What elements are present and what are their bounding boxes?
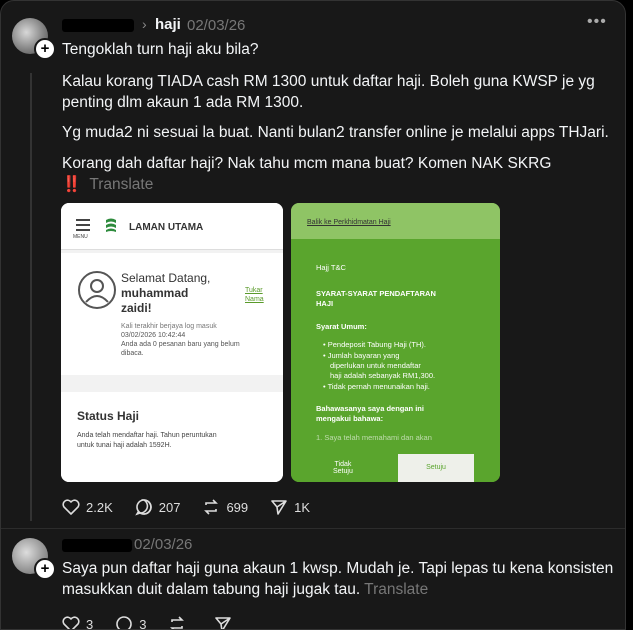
status-title: Status Haji xyxy=(77,409,140,423)
like-button[interactable]: 3 xyxy=(62,616,94,630)
term-item: Tidak pernah menunaikan haji. xyxy=(327,382,430,391)
general-terms-label: Syarat Umum: xyxy=(316,322,367,331)
post-line: Tengoklah turn haji aku bila? xyxy=(62,41,259,58)
post-actions: 2.2K 207 699 1K xyxy=(62,498,332,516)
attached-image-terms[interactable]: Balik ke Perkhidmatan Haji Hajj T&C SYAR… xyxy=(291,203,500,482)
reply-actions: 3 3 xyxy=(62,615,260,630)
messages-text: Anda ada 0 pesanan baru yang belum xyxy=(121,341,240,348)
more-options-icon[interactable]: ••• xyxy=(587,13,607,31)
reply-date: 02/03/26 xyxy=(134,536,193,553)
reply-line: masukkan duit dalam tabung haji jugak ta… xyxy=(62,581,361,598)
send-icon xyxy=(271,500,287,515)
post-line: Kalau korang TIADA cash RM 1300 untuk da… xyxy=(62,73,595,90)
terms-heading: Hajj T&C xyxy=(316,263,346,272)
last-login-time: 03/02/2026 10:42:44 xyxy=(121,332,186,339)
agree-button: Setuju xyxy=(398,454,474,482)
repost-icon xyxy=(204,499,219,515)
thread-panel: ••• + › haji 02/03/26 Tengoklah turn haj… xyxy=(0,0,626,630)
th-jari-logo-icon xyxy=(106,218,116,232)
follow-plus-icon[interactable]: + xyxy=(34,38,56,60)
comment-icon xyxy=(134,499,152,516)
thread-line xyxy=(30,73,32,521)
comment-count: 3 xyxy=(139,616,147,630)
community-tag[interactable]: haji xyxy=(155,16,181,33)
heart-icon xyxy=(62,499,80,515)
term-item: Pendeposit Tabung Haji (TH). xyxy=(327,340,426,349)
app-header: MENU LAMAN UTAMA xyxy=(61,203,283,250)
disagree-button: Tidak Setuju xyxy=(333,461,353,475)
user-name-2: zaidi! xyxy=(121,301,152,315)
divider xyxy=(1,528,625,529)
menu-label: MENU xyxy=(73,234,88,240)
heart-icon xyxy=(62,616,80,629)
last-login-label: Kali terakhir berjaya log masuk xyxy=(121,323,217,330)
post-line: penting dlm akaun 1 ada RM 1300. xyxy=(62,94,304,111)
send-icon xyxy=(215,617,232,629)
term-item-cont: haji adalah sebanyak RM1,300. xyxy=(330,371,436,380)
post-line: Korang dah daftar haji? Nak tahu mcm man… xyxy=(62,155,552,172)
term-item: Jumlah bayaran yang xyxy=(327,351,400,360)
repost-icon xyxy=(170,616,185,629)
post-date: 02/03/26 xyxy=(187,17,246,34)
chevron-right-icon: › xyxy=(142,16,147,32)
like-button[interactable]: 2.2K xyxy=(62,499,113,515)
repost-button[interactable]: 699 xyxy=(202,498,248,516)
change-name-link: Tukar Nama xyxy=(245,287,264,303)
user-profile-icon xyxy=(78,271,116,309)
comment-button[interactable]: 3 xyxy=(115,615,147,630)
attached-image-home-screen[interactable]: MENU LAMAN UTAMA Selamat Datang, muhamma… xyxy=(61,203,283,482)
greeting-text: Selamat Datang, xyxy=(121,271,211,285)
terms-subheading: SYARAT-SYARAT PENDAFTARAN xyxy=(316,289,436,298)
status-text-2: untuk tunai haji adalah 1592H. xyxy=(77,442,172,449)
comment-count: 207 xyxy=(158,499,181,515)
redacted-username xyxy=(62,539,132,552)
back-link: Balik ke Perkhidmatan Haji xyxy=(307,219,391,226)
like-count: 2.2K xyxy=(86,499,113,515)
comment-button[interactable]: 207 xyxy=(134,498,181,516)
back-bar: Balik ke Perkhidmatan Haji xyxy=(291,203,500,239)
messages-text-2: dibaca. xyxy=(121,350,144,357)
app-title: LAMAN UTAMA xyxy=(129,222,204,233)
follow-plus-icon[interactable]: + xyxy=(34,558,56,580)
declaration-point: 1. Saya telah memahami dan akan xyxy=(316,433,432,442)
declaration-text-2: mengakui bahawa: xyxy=(316,414,384,423)
hajj-status-card: Status Haji Anda telah mendaftar haji. T… xyxy=(61,392,283,482)
like-count: 3 xyxy=(86,616,94,630)
repost-button[interactable] xyxy=(168,615,192,629)
translate-link[interactable]: Translate xyxy=(89,176,153,193)
repost-count: 699 xyxy=(226,499,249,515)
translate-link[interactable]: Translate xyxy=(364,581,428,598)
welcome-card: Selamat Datang, muhammad zaidi! Tukar Nam… xyxy=(61,253,283,375)
reply-line: Saya pun daftar haji guna akaun 1 kwsp. … xyxy=(62,560,614,577)
term-item-cont: diperlukan untuk mendaftar xyxy=(330,361,421,370)
share-count: 1K xyxy=(294,499,311,515)
redacted-username xyxy=(62,19,134,32)
terms-subheading-2: HAJI xyxy=(316,299,334,308)
user-name: muhammad xyxy=(121,286,189,300)
hamburger-menu-icon xyxy=(76,219,90,234)
share-button[interactable] xyxy=(214,615,238,629)
declaration-text: Bahawasanya saya dengan ini xyxy=(316,404,424,413)
share-button[interactable]: 1K xyxy=(270,498,310,516)
post-line: Yg muda2 ni sesuai la buat. Nanti bulan2… xyxy=(62,124,609,141)
status-text: Anda telah mendaftar haji. Tahun peruntu… xyxy=(77,432,217,439)
comment-icon xyxy=(116,616,133,629)
double-exclamation-emoji: ‼️ xyxy=(62,176,82,193)
